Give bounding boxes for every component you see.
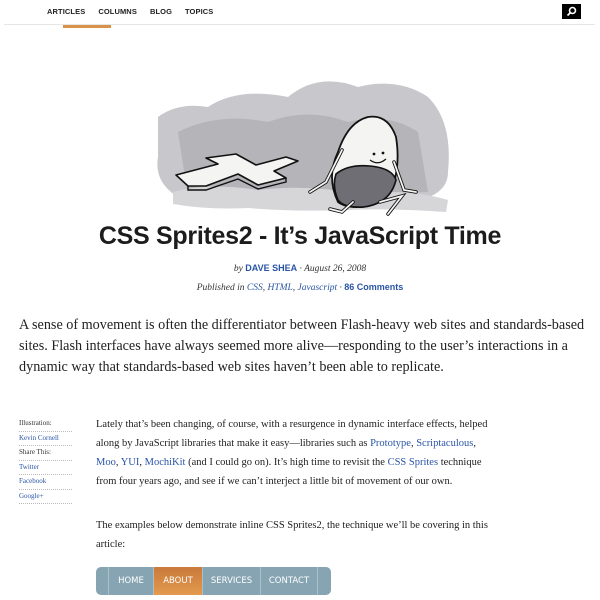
top-navigation: ARTICLES COLUMNS BLOG TOPICS [0,0,600,28]
body-paragraph-1: Lately that’s been changing, of course, … [96,419,488,487]
link-css-sprites[interactable]: CSS Sprites [388,457,438,468]
nav-topics[interactable]: TOPICS [185,7,213,16]
link-scriptaculous[interactable]: Scriptaculous [416,438,473,449]
demo-nav-home[interactable]: HOME [109,567,154,595]
category-css[interactable]: CSS [247,283,263,293]
search-button[interactable] [562,4,581,19]
nav-columns[interactable]: COLUMNS [98,7,137,16]
published-in: Published in CSS, HTML, Javascript · 86 … [196,282,404,293]
illustration-label: Illustration: [19,417,72,432]
link-yui[interactable]: YUI [121,457,140,468]
demo-nav-left-cap [96,567,109,595]
article-sidebar: Illustration: Kevin Cornell Share This: … [19,417,72,504]
illustrator-link[interactable]: Kevin Cornell [19,434,59,442]
author-link[interactable]: DAVE SHEA [245,263,297,273]
share-twitter[interactable]: Twitter [19,463,39,471]
demo-nav-about[interactable]: ABOUT [154,567,203,595]
comments-link[interactable]: 86 Comments [344,282,403,292]
share-googleplus[interactable]: Google+ [19,492,44,500]
article-intro: A sense of movement is often the differe… [19,317,585,375]
published-prefix: Published in [196,283,245,293]
publish-date: · August 26, 2008 [299,264,367,274]
search-icon [566,6,577,17]
nav-blog[interactable]: BLOG [150,7,172,16]
share-label: Share This: [19,446,72,461]
byline: by DAVE SHEA · August 26, 2008 [0,263,600,274]
share-facebook[interactable]: Facebook [19,477,46,485]
link-mochikit[interactable]: MochiKit [145,457,186,468]
demo-nav-contact[interactable]: CONTACT [261,567,318,595]
hero-illustration [157,81,449,216]
demo-sprite-nav: HOME ABOUT SERVICES CONTACT [96,567,331,595]
byline-prefix: by [233,264,243,274]
active-nav-indicator [63,25,111,28]
article-title: CSS Sprites2 - It’s JavaScript Time [98,222,502,250]
demo-nav-services[interactable]: SERVICES [203,567,261,595]
category-html[interactable]: HTML [267,283,292,293]
link-prototype[interactable]: Prototype [370,438,411,449]
body-paragraph-2: The examples below demonstrate inline CS… [96,520,488,550]
category-javascript[interactable]: Javascript [298,283,338,293]
nav-articles[interactable]: ARTICLES [47,7,85,16]
nav-links: ARTICLES COLUMNS BLOG TOPICS [47,7,213,16]
link-moo[interactable]: Moo [96,457,116,468]
